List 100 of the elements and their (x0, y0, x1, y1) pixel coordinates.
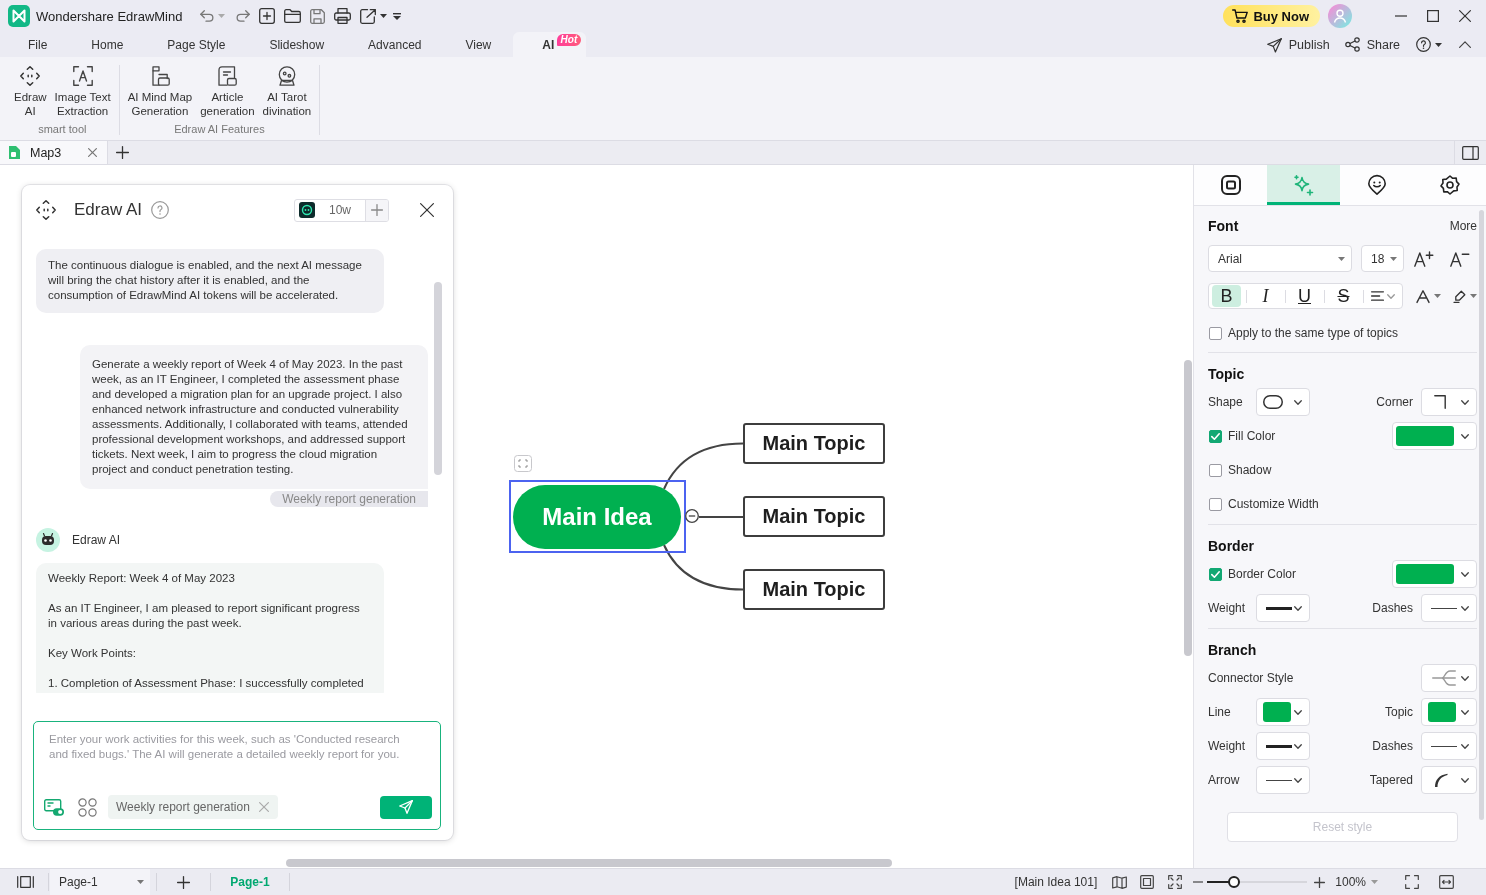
chevron-up-icon[interactable] (1459, 41, 1471, 48)
move-arrows-icon (36, 200, 56, 220)
buy-now-button[interactable]: Buy Now (1223, 5, 1320, 27)
corner-arrows-icon[interactable] (1168, 875, 1183, 889)
section-heading: Border (1208, 537, 1255, 556)
font-size-dropdown[interactable]: 18 (1361, 245, 1404, 272)
nodes-icon[interactable] (78, 797, 97, 817)
page-panel-icon[interactable] (17, 876, 34, 888)
floppy-disk-icon[interactable] (310, 8, 326, 24)
scrollbar[interactable] (434, 282, 442, 475)
plus-icon[interactable] (177, 875, 190, 889)
customize-caret-icon[interactable] (393, 12, 402, 20)
plus-icon[interactable] (116, 146, 129, 159)
zoom-slider[interactable] (1207, 875, 1308, 889)
chevron-down-icon (1386, 293, 1395, 299)
checkbox[interactable] (1209, 326, 1222, 340)
minus-icon[interactable] (1193, 881, 1204, 883)
box-arrow-icon[interactable] (360, 8, 377, 24)
redo-icon[interactable] (235, 10, 251, 22)
line-style-dropdown[interactable] (1421, 594, 1477, 622)
send-button[interactable] (380, 795, 432, 819)
color-dropdown[interactable] (1256, 698, 1310, 726)
line-style-dropdown[interactable] (1256, 766, 1310, 794)
ribbon-button[interactable]: Edraw AI (10, 65, 51, 118)
page-dropdown[interactable]: Page-1 (50, 869, 150, 895)
sidebar-icon[interactable] (1462, 145, 1479, 160)
italic-button[interactable]: I (1251, 285, 1280, 307)
logo-icon (8, 5, 30, 27)
close-icon[interactable] (420, 203, 434, 217)
move-arrows-icon (20, 66, 41, 86)
ribbon-button[interactable]: AI Tarot divination (258, 65, 316, 118)
field-label: Line (1208, 705, 1232, 719)
fit-page-icon[interactable] (1140, 875, 1155, 889)
checkbox[interactable] (1209, 497, 1222, 511)
shape-dropdown[interactable] (1256, 388, 1310, 416)
collapse-icon[interactable] (685, 509, 699, 523)
more-link[interactable]: More (1449, 219, 1477, 233)
checkbox[interactable] (1209, 463, 1222, 477)
font-decrease-icon[interactable] (1450, 250, 1470, 267)
composer-box[interactable]: Enter your work activities for this week, such as 'Conducted research and fixed bugs.' The AI will generate a detailed weekly report for you. Weekly report generation (33, 721, 441, 830)
fit-width-icon[interactable] (1439, 875, 1454, 889)
menu-tab[interactable]: Page Style (145, 32, 248, 57)
chevron-down-icon (1461, 743, 1469, 749)
checkbox[interactable] (1209, 567, 1222, 581)
add-square-icon[interactable] (259, 8, 276, 24)
scrollbar[interactable] (1479, 210, 1484, 820)
corner-dropdown[interactable] (1421, 388, 1477, 416)
caret-icon[interactable] (1435, 42, 1442, 47)
share-button[interactable]: Share (1344, 37, 1400, 52)
line-style-dropdown[interactable] (1421, 732, 1477, 760)
maximize-icon[interactable] (1427, 10, 1439, 22)
toggle-card-icon[interactable] (44, 798, 64, 816)
highlighter-icon[interactable] (1453, 289, 1466, 303)
bold-button[interactable]: B (1212, 285, 1241, 307)
menu-tab[interactable]: Advanced (346, 32, 444, 57)
scrollbar[interactable] (286, 859, 892, 867)
fullscreen-icon[interactable] (1405, 875, 1419, 889)
printer-icon[interactable] (334, 8, 352, 24)
prompt-chip[interactable]: Weekly report generation (108, 795, 278, 819)
message-input[interactable]: Enter your work activities for this week, such as 'Conducted research and fixed bugs.' The AI will generate a detailed weekly report for you. (49, 732, 419, 780)
font-family-dropdown[interactable]: Arial (1208, 245, 1352, 272)
ribbon-button[interactable]: Article generation (196, 65, 259, 118)
checkbox[interactable] (1209, 429, 1222, 443)
ribbon-button[interactable]: Image Text Extraction (50, 65, 115, 118)
taper-dropdown[interactable] (1421, 766, 1477, 794)
menu-tab[interactable]: Home (69, 32, 146, 57)
scrollbar[interactable] (1184, 360, 1192, 656)
menu-tab[interactable]: View (443, 32, 514, 57)
folder-icon[interactable] (284, 9, 302, 23)
slider-thumb[interactable] (1228, 876, 1241, 888)
topic-node[interactable]: Main Topic (743, 423, 885, 464)
underline-button[interactable]: U (1290, 285, 1319, 307)
color-dropdown[interactable] (1392, 422, 1477, 450)
strike-button[interactable]: S (1329, 285, 1358, 307)
ribbon-button[interactable]: AI Mind Map Generation (123, 65, 197, 118)
font-increase-icon[interactable] (1414, 250, 1434, 267)
panel-title: Edraw AI (74, 200, 143, 220)
option-label: Apply to the same type of topics (1228, 326, 1399, 340)
line-weight-dropdown[interactable] (1256, 732, 1310, 760)
line-weight-dropdown[interactable] (1256, 594, 1310, 622)
plus-icon[interactable] (1314, 876, 1326, 888)
option-label: Border Color (1228, 567, 1297, 581)
share-icon (1344, 37, 1360, 52)
menu-tab[interactable]: Slideshow (247, 32, 347, 57)
topic-node[interactable]: Main Topic (743, 569, 885, 610)
topic-node[interactable]: Main Topic (743, 496, 885, 537)
help-icon[interactable] (1416, 37, 1431, 52)
menu-tab[interactable]: File (6, 32, 70, 57)
menu-tab[interactable]: AI Hot (513, 32, 587, 57)
selection-info: [Main Idea 101] (1014, 875, 1098, 889)
caret-icon[interactable] (380, 14, 388, 18)
undo-icon[interactable] (200, 10, 216, 22)
document-tab[interactable]: Map3 (0, 141, 108, 164)
text-color-icon[interactable] (1416, 289, 1430, 303)
color-dropdown[interactable] (1392, 560, 1477, 588)
close-icon[interactable] (1459, 10, 1471, 22)
map-icon[interactable] (1112, 875, 1128, 889)
color-dropdown[interactable] (1421, 698, 1477, 726)
publish-button[interactable]: Publish (1266, 37, 1330, 52)
field-label: Weight (1208, 739, 1247, 753)
